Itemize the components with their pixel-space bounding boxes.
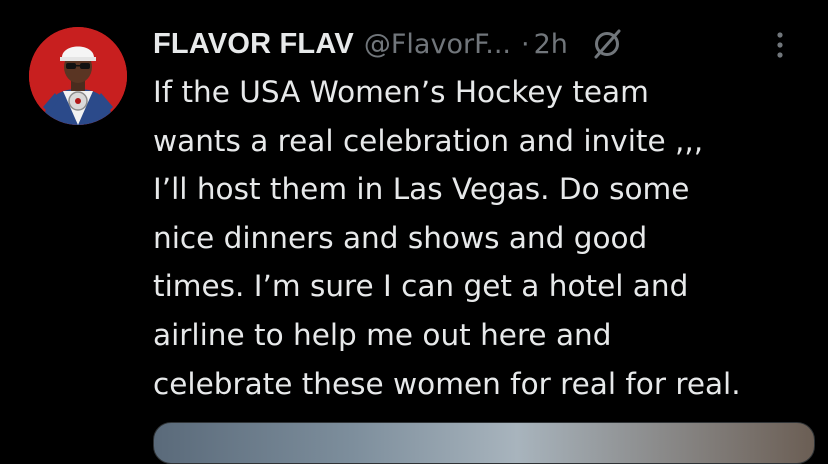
grok-slash-icon[interactable] [590, 27, 624, 61]
tweet-text-line: celebrate these women for real for real. [153, 366, 741, 401]
tweet-text-line: wants a real celebration and invite ,,, [153, 123, 704, 158]
tweet-text-line: nice dinners and shows and good [153, 220, 648, 255]
display-name[interactable]: FLAVOR FLAV [153, 28, 354, 61]
tweet-header: FLAVOR FLAV @FlavorF... · 2h [153, 24, 813, 64]
avatar[interactable] [29, 27, 127, 125]
tweet-text-line: If the USA Women’s Hockey team [153, 75, 649, 109]
tweet-text: If the USA Women’s Hockey team wants a r… [153, 68, 823, 408]
more-vertical-icon[interactable] [765, 30, 795, 60]
user-handle[interactable]: @FlavorF... [364, 29, 511, 60]
tweet-text-line: times. I’m sure I can get a hotel and [153, 269, 689, 304]
separator-dot: · [521, 28, 530, 60]
tweet-card[interactable]: FLAVOR FLAV @FlavorF... · 2h If the USA … [0, 0, 828, 464]
tweet-text-line: I’ll host them in Las Vegas. Do some [153, 172, 690, 207]
tweet-media-image[interactable] [153, 422, 815, 464]
timestamp[interactable]: 2h [534, 29, 568, 60]
tweet-text-line: airline to help me out here and [153, 317, 612, 352]
avatar-photo [29, 27, 127, 125]
